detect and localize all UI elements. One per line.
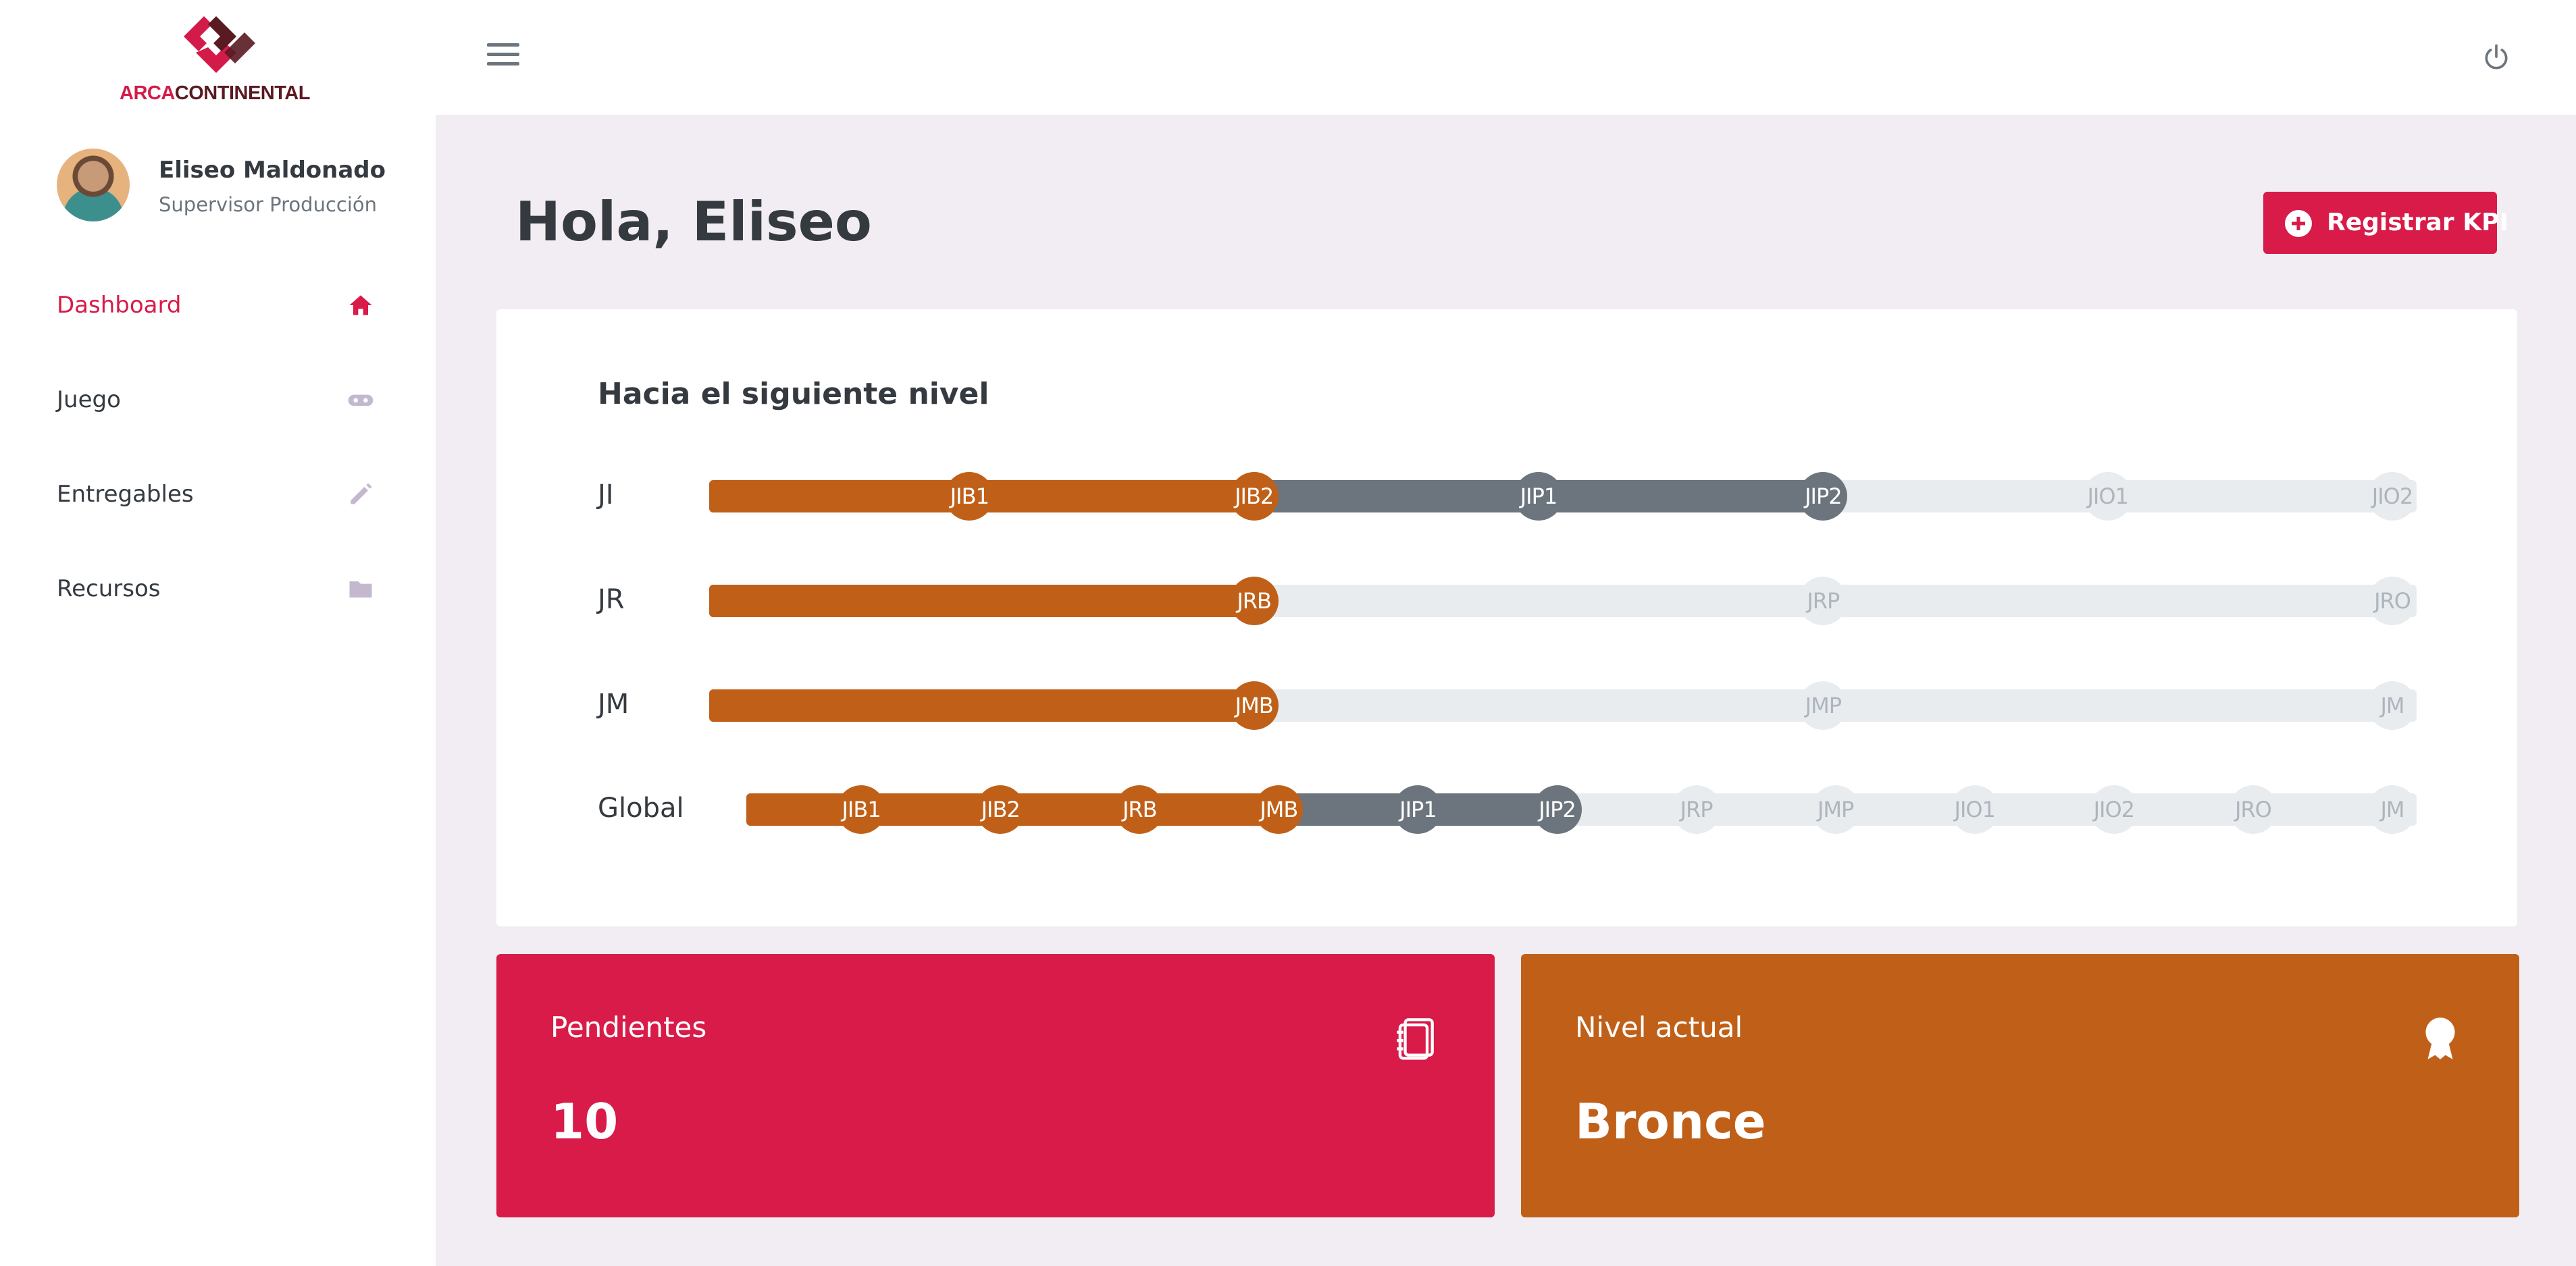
progress-segment <box>709 689 1254 722</box>
progress-track-jm: JMB JMP JM <box>709 681 2417 730</box>
level-node: JIB2 <box>1229 472 1279 521</box>
pendientes-value: 10 <box>550 1093 619 1150</box>
award-icon <box>2425 1018 2455 1059</box>
registrar-kpi-label: Registrar KPI <box>2327 209 2508 236</box>
level-node: JIP2 <box>1799 472 1848 521</box>
progress-row-label-ji: JI <box>598 479 614 510</box>
level-node: JIB2 <box>976 785 1025 834</box>
level-node: JRP <box>1799 577 1848 625</box>
level-node: JIP1 <box>1514 472 1563 521</box>
progress-row-label-jm: JM <box>598 689 629 720</box>
plus-circle-icon <box>2285 210 2312 237</box>
progress-row-label-jr: JR <box>598 584 625 615</box>
user-profile: Eliseo Maldonado Supervisor Producción <box>57 149 408 224</box>
level-node: JIO2 <box>2368 472 2417 521</box>
hamburger-menu-icon[interactable] <box>487 43 519 69</box>
level-node: JRO <box>2368 577 2417 625</box>
avatar <box>57 149 130 221</box>
level-node: JRO <box>2228 785 2277 834</box>
power-icon[interactable] <box>2481 42 2511 72</box>
level-node: JMP <box>1799 681 1848 730</box>
sidebar-item-label: Recursos <box>57 575 161 602</box>
progress-card-title: Hacia el siguiente nivel <box>598 377 989 411</box>
progress-segment <box>1539 480 1824 512</box>
notebook-icon <box>1397 1018 1434 1060</box>
pendientes-title: Pendientes <box>550 1011 707 1044</box>
level-node: JMP <box>1811 785 1860 834</box>
level-node: JRB <box>1115 785 1164 834</box>
level-node: JIO2 <box>2089 785 2138 834</box>
sidebar-item-recursos[interactable]: Recursos <box>57 562 376 616</box>
level-node: JIB1 <box>945 472 994 521</box>
user-role: Supervisor Producción <box>159 193 378 216</box>
progress-track-ji: JIB1 JIB2 JIP1 JIP2 JIO1 JIO2 <box>709 472 2417 521</box>
nivel-actual-title: Nivel actual <box>1575 1011 1743 1044</box>
folder-icon <box>349 581 372 598</box>
level-node: JIP2 <box>1532 785 1582 834</box>
main-content: Hola, Eliseo Registrar KPI Hacia el sigu… <box>436 115 2576 1266</box>
progress-card: Hacia el siguiente nivel JI JIB1 JIB2 JIP1… <box>496 309 2517 926</box>
level-node: JMB <box>1229 681 1279 730</box>
arca-continental-logo[interactable]: ARCACONTINENTAL <box>113 12 316 107</box>
registrar-kpi-button[interactable]: Registrar KPI <box>2263 192 2508 254</box>
sidebar-item-entregables[interactable]: Entregables <box>57 467 376 521</box>
progress-segment <box>969 480 1254 512</box>
progress-segment <box>1254 480 1539 512</box>
page-title: Hola, Eliseo <box>515 190 872 253</box>
top-bar <box>436 0 2576 115</box>
progress-track-global: JIB1 JIB2 JRB JMB JIP1 JIP2 JRP JMP JIO1 JIO2 JRO J… <box>746 785 2417 834</box>
level-node: JRB <box>1229 577 1279 625</box>
level-node: JRP <box>1672 785 1721 834</box>
level-node: JIP1 <box>1393 785 1443 834</box>
sidebar-item-label: Dashboard <box>57 292 182 319</box>
sidebar-item-label: Juego <box>57 386 121 413</box>
sidebar-item-dashboard[interactable]: Dashboard <box>57 278 376 332</box>
level-node: JIO1 <box>2083 472 2132 521</box>
logo-mark-icon <box>184 16 255 73</box>
sidebar-item-juego[interactable]: Juego <box>57 373 376 427</box>
pendientes-card[interactable]: Pendientes 10 <box>496 954 1495 1217</box>
progress-track-jr: JRB JRP JRO <box>709 577 2417 625</box>
pencil-icon <box>351 483 372 504</box>
progress-row-label-global: Global <box>598 793 684 824</box>
sidebar-item-label: Entregables <box>57 481 194 508</box>
level-node: JIO1 <box>1950 785 1999 834</box>
nivel-actual-card[interactable]: Nivel actual Bronce <box>1521 954 2519 1217</box>
home-icon <box>349 295 372 315</box>
level-node: JM <box>2368 785 2417 834</box>
level-node: JM <box>2368 681 2417 730</box>
level-node: JIB1 <box>837 785 886 834</box>
level-node: JMB <box>1254 785 1304 834</box>
gamepad-icon <box>348 394 373 406</box>
progress-segment <box>709 480 970 512</box>
sidebar: ARCACONTINENTAL Eliseo Maldonado Supervi… <box>0 0 436 1266</box>
progress-segment <box>709 585 1254 617</box>
nivel-actual-value: Bronce <box>1575 1093 1766 1150</box>
logo-wordmark: ARCACONTINENTAL <box>120 82 310 104</box>
user-name: Eliseo Maldonado <box>159 157 386 184</box>
